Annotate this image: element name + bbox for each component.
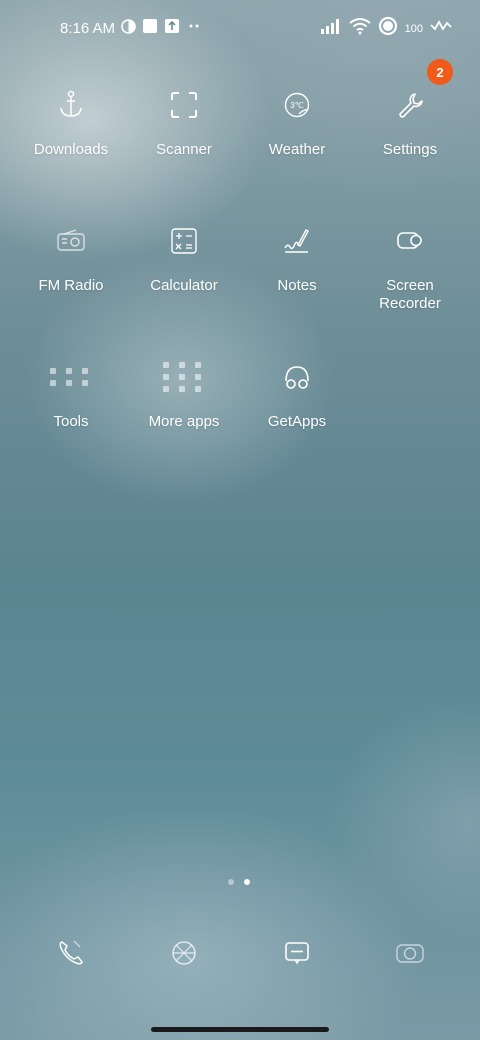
app-calculator[interactable]: Calculator <box>128 216 240 295</box>
anchor-icon <box>46 80 96 130</box>
app-label: Downloads <box>33 141 109 158</box>
folder-preview-grid <box>50 368 92 386</box>
app-label: Tools <box>53 413 89 430</box>
weather-icon: 3℃ <box>272 80 322 130</box>
weather-icon-text: 3℃ <box>290 101 303 110</box>
status-left: 8:16 AM <box>60 18 202 39</box>
page-indicator <box>228 879 250 885</box>
app-fm-radio[interactable]: FM Radio <box>15 216 127 295</box>
upload-icon <box>164 18 180 39</box>
status-time: 8:16 AM <box>60 20 116 37</box>
pen-icon <box>272 216 322 266</box>
app-screen-recorder[interactable]: Screen Recorder <box>354 216 466 313</box>
ring-icon <box>378 16 398 41</box>
folder-icon <box>46 352 96 402</box>
app-folder-more-apps[interactable]: More apps <box>128 352 240 431</box>
app-scanner[interactable]: Scanner <box>128 80 240 159</box>
status-right: 100 <box>320 16 452 41</box>
wrench-icon <box>385 80 435 130</box>
app-notes[interactable]: Notes <box>241 216 353 295</box>
app-label: GetApps <box>267 413 327 430</box>
folder-preview-grid <box>163 362 205 392</box>
screen-recorder-icon <box>385 216 435 266</box>
scan-frame-icon <box>159 80 209 130</box>
app-settings[interactable]: Settings <box>354 80 466 159</box>
app-downloads[interactable]: Downloads <box>15 80 127 159</box>
camera-icon <box>395 941 425 970</box>
app-label: FM Radio <box>38 277 104 294</box>
dock-camera[interactable] <box>385 930 435 980</box>
dock-messages[interactable] <box>272 930 322 980</box>
more-notifications-icon <box>186 18 202 39</box>
phone-icon <box>56 938 86 973</box>
messages-icon <box>283 939 311 972</box>
app-weather[interactable]: 3℃ Weather <box>241 80 353 159</box>
calculator-icon <box>159 216 209 266</box>
radio-icon <box>46 216 96 266</box>
getapps-icon <box>272 352 322 402</box>
app-getapps[interactable]: GetApps <box>241 352 353 431</box>
notification-square-icon <box>142 18 158 39</box>
app-label: More apps <box>148 413 220 430</box>
app-label: Settings <box>382 141 438 158</box>
wifi-icon <box>349 17 371 40</box>
half-moon-icon <box>121 18 136 39</box>
home-gesture-bar[interactable] <box>151 1027 329 1032</box>
page-dot-1[interactable] <box>228 879 234 885</box>
page-dot-2-active[interactable] <box>244 879 250 885</box>
browser-icon <box>170 939 198 972</box>
dock-browser[interactable] <box>159 930 209 980</box>
app-folder-tools[interactable]: Tools <box>15 352 127 431</box>
signal-icon <box>320 18 342 39</box>
app-label: Notes <box>277 277 317 294</box>
activity-icon <box>430 19 452 38</box>
folder-icon <box>159 352 209 402</box>
app-label: Scanner <box>156 141 212 158</box>
app-label: Weather <box>268 141 326 158</box>
app-label: Calculator <box>150 277 218 294</box>
battery-level: 100 <box>404 22 423 35</box>
app-label: Screen Recorder <box>379 277 441 312</box>
status-bar: 8:16 AM 100 <box>0 0 480 56</box>
dock-phone[interactable] <box>46 930 96 980</box>
